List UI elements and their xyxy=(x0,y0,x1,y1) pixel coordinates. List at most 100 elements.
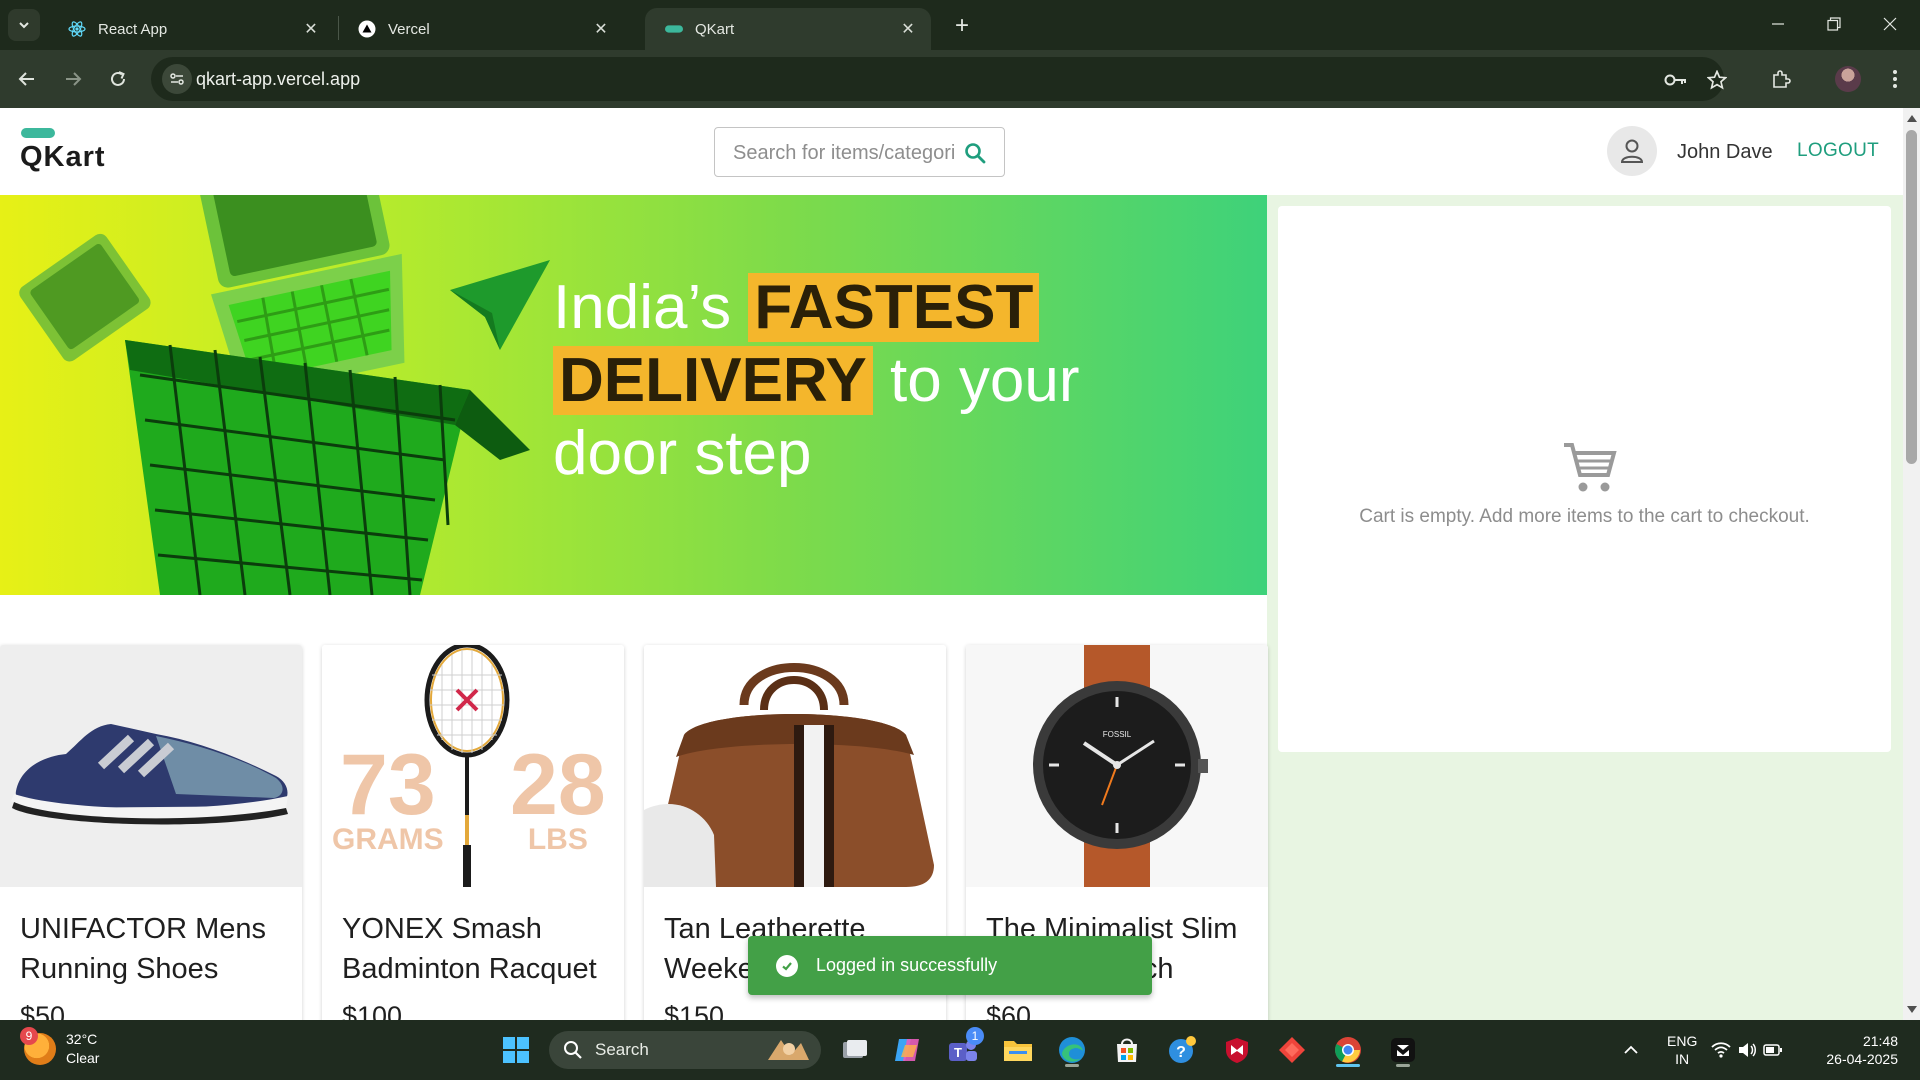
svg-text:?: ? xyxy=(1176,1044,1186,1061)
scroll-down-arrow[interactable] xyxy=(1907,1006,1917,1013)
mcafee-button[interactable] xyxy=(1218,1031,1256,1069)
cart-empty-message: Cart is empty. Add more items to the car… xyxy=(1359,506,1810,527)
watch-brand: FOSSIL xyxy=(1103,730,1132,739)
system-clock[interactable]: 21:48 26-04-2025 xyxy=(1818,1032,1898,1068)
chevron-down-icon xyxy=(19,22,29,29)
username: John Dave xyxy=(1677,141,1773,163)
close-tab-icon[interactable]: ✕ xyxy=(590,18,612,40)
logout-button[interactable]: LOGOUT xyxy=(1797,140,1879,162)
close-tab-icon[interactable]: ✕ xyxy=(897,18,919,40)
teams-button[interactable]: T 1 xyxy=(944,1027,984,1069)
vercel-icon xyxy=(358,20,376,38)
logo-mark xyxy=(21,128,55,138)
weather-widget[interactable]: 9 32°C Clear xyxy=(20,1027,99,1068)
more-vertical-icon xyxy=(1893,70,1897,88)
microsoft-store-button[interactable] xyxy=(1108,1031,1146,1069)
extensions-button[interactable] xyxy=(1763,61,1799,97)
password-key-icon[interactable] xyxy=(1664,68,1688,92)
forward-button[interactable] xyxy=(55,61,91,97)
running-indicator xyxy=(1396,1064,1410,1067)
teams-badge: 1 xyxy=(966,1027,984,1045)
cart-sidebar: Cart is empty. Add more items to the car… xyxy=(1267,195,1903,1020)
chrome-icon xyxy=(1335,1037,1361,1063)
url-text: qkart-app.vercel.app xyxy=(196,69,361,89)
scroll-up-arrow[interactable] xyxy=(1907,115,1917,122)
reload-icon xyxy=(111,71,125,86)
minimize-button[interactable] xyxy=(1750,0,1806,48)
quick-settings-button[interactable] xyxy=(1707,1031,1787,1069)
hero-line3: door step xyxy=(553,419,812,488)
logo-text: QKart xyxy=(20,141,106,173)
task-view-button[interactable] xyxy=(836,1031,874,1069)
site-header: QKart Search for items/categories John D… xyxy=(0,108,1903,195)
shopping-cart-icon xyxy=(1564,443,1617,492)
tab-vercel[interactable]: Vercel ✕ xyxy=(338,8,624,50)
hero-headline: India’s FASTEST DELIVERY to your door st… xyxy=(553,271,1080,490)
restore-button[interactable] xyxy=(1806,0,1862,48)
browser-tab-bar: React App ✕ Vercel ✕ QKart ✕ + xyxy=(0,0,1920,50)
start-button[interactable] xyxy=(497,1031,535,1069)
address-bar[interactable]: qkart-app.vercel.app xyxy=(151,57,1727,101)
show-hidden-icons-button[interactable] xyxy=(1612,1031,1650,1069)
tab-search-button[interactable] xyxy=(8,9,40,41)
taskbar-search[interactable]: Search xyxy=(549,1031,821,1069)
search-icon[interactable] xyxy=(963,141,987,165)
tab-title: React App xyxy=(98,20,168,38)
edge-button[interactable] xyxy=(1053,1031,1091,1069)
tab-qkart[interactable]: QKart ✕ xyxy=(645,8,931,50)
language-indicator[interactable]: ENG IN xyxy=(1667,1032,1697,1068)
new-tab-button[interactable]: + xyxy=(947,11,977,41)
weather-icon: 9 xyxy=(20,1027,56,1065)
anydesk-button[interactable] xyxy=(1273,1031,1311,1069)
close-tab-icon[interactable]: ✕ xyxy=(300,18,322,40)
qkart-icon xyxy=(665,20,683,38)
reload-button[interactable] xyxy=(100,61,136,97)
weather-temperature: 32°C xyxy=(66,1031,98,1047)
folder-icon xyxy=(1004,1041,1032,1061)
page-scrollbar[interactable] xyxy=(1903,108,1920,1020)
bookmark-star-icon[interactable] xyxy=(1705,68,1729,92)
success-toast[interactable]: Logged in successfully xyxy=(748,936,1152,995)
copilot-button[interactable] xyxy=(889,1031,927,1069)
tab-react-app[interactable]: React App ✕ xyxy=(48,8,334,50)
copilot-icon xyxy=(895,1039,919,1061)
shield-icon xyxy=(1226,1038,1248,1063)
user-icon xyxy=(1620,139,1644,163)
windows-taskbar: 9 32°C Clear Search T 1 ? ENG IN 21:48 2… xyxy=(0,1020,1920,1080)
product-card[interactable]: 73 GRAMS 28 LBS YONEX Smash Badminton Ra… xyxy=(322,645,624,1020)
search-input[interactable]: Search for items/categories xyxy=(714,127,1005,177)
product-price: $60 xyxy=(986,1001,1032,1020)
chevron-up-icon xyxy=(1624,1045,1638,1054)
diamond-icon xyxy=(1279,1037,1305,1063)
scroll-thumb[interactable] xyxy=(1906,130,1917,464)
hero-highlight-delivery: DELIVERY xyxy=(553,346,873,415)
minimize-icon xyxy=(1772,23,1784,25)
taskbar-search-label: Search xyxy=(595,1040,649,1059)
search-placeholder: Search for items/categories xyxy=(733,142,955,164)
hero-line2-post: to your xyxy=(872,346,1080,415)
search-icon xyxy=(564,1041,582,1059)
site-info-icon[interactable] xyxy=(162,64,192,94)
puzzle-icon xyxy=(1773,70,1791,88)
react-icon xyxy=(68,20,86,38)
product-name: UNIFACTOR Mens Running Shoes xyxy=(20,913,267,985)
back-button[interactable] xyxy=(9,61,45,97)
get-help-button[interactable]: ? xyxy=(1163,1031,1201,1069)
page-content: QKart Search for items/categories John D… xyxy=(0,108,1903,1020)
qkart-logo[interactable]: QKart xyxy=(20,128,106,174)
browser-menu-button[interactable] xyxy=(1877,61,1913,97)
product-price: $100 xyxy=(342,1001,403,1020)
browser-toolbar: qkart-app.vercel.app xyxy=(0,50,1920,108)
product-card[interactable]: UNIFACTOR Mens Running Shoes $50 xyxy=(0,645,302,1020)
file-explorer-button[interactable] xyxy=(999,1031,1037,1069)
hero-banner: India’s FASTEST DELIVERY to your door st… xyxy=(0,195,1267,595)
product-image: 73 GRAMS 28 LBS xyxy=(322,645,624,887)
hero-line1-pre: India’s xyxy=(553,273,749,342)
close-window-button[interactable] xyxy=(1862,0,1918,48)
terminal-app-button[interactable] xyxy=(1384,1031,1422,1069)
weather-badge: 9 xyxy=(20,1027,38,1045)
wifi-icon xyxy=(1711,1042,1731,1058)
chrome-button[interactable] xyxy=(1329,1031,1367,1069)
profile-button[interactable] xyxy=(1830,61,1866,97)
product-price: $50 xyxy=(20,1001,66,1020)
